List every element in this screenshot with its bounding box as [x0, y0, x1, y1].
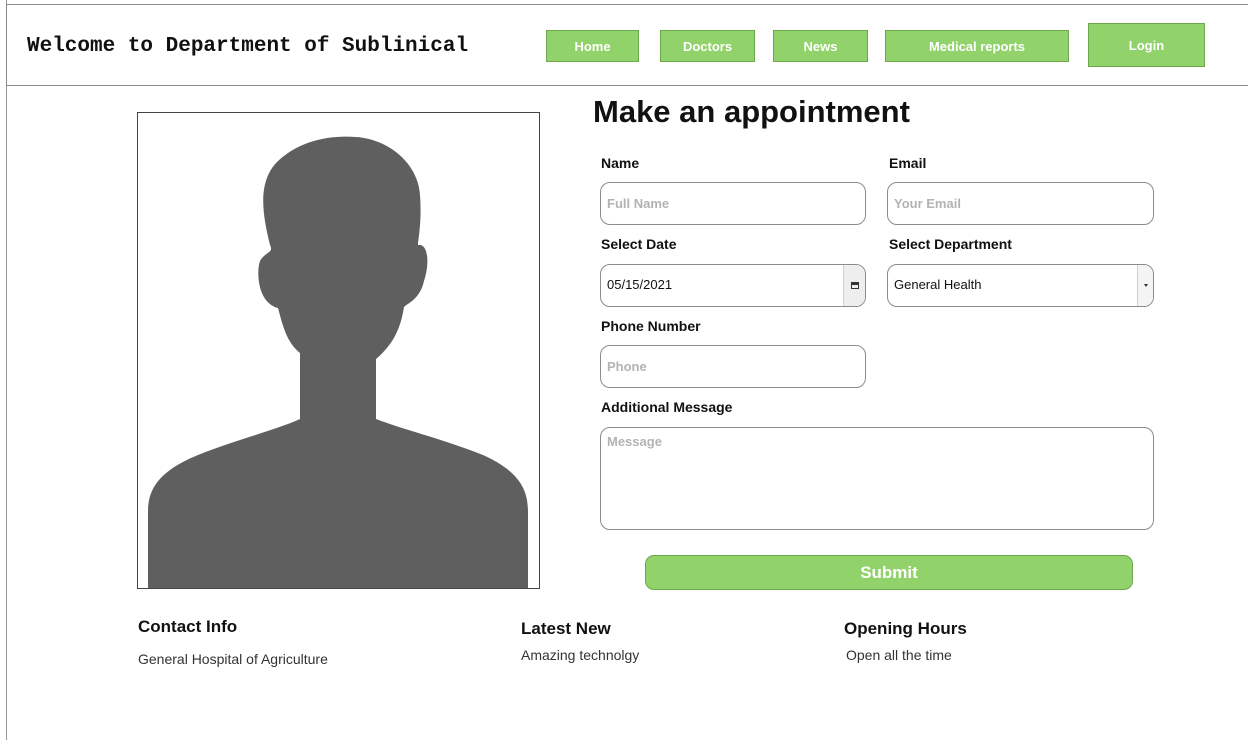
- department-select[interactable]: General Health: [887, 264, 1154, 307]
- message-label: Additional Message: [601, 399, 733, 415]
- message-textarea[interactable]: [600, 427, 1154, 530]
- email-input[interactable]: [887, 182, 1154, 225]
- contact-info-heading: Contact Info: [138, 617, 238, 636]
- site-header: Welcome to Department of Sublinical Home…: [6, 4, 1248, 86]
- person-silhouette-icon: [148, 136, 528, 588]
- email-label: Email: [889, 155, 927, 171]
- phone-input[interactable]: [600, 345, 866, 388]
- department-value: General Health: [894, 277, 982, 292]
- department-label: Select Department: [889, 236, 1012, 252]
- nav-news-button[interactable]: News: [773, 30, 868, 62]
- opening-hours-heading: Opening Hours: [844, 619, 967, 638]
- contact-info-text: General Hospital of Agriculture: [138, 651, 328, 667]
- date-picker[interactable]: 05/15/2021: [600, 264, 866, 307]
- phone-label: Phone Number: [601, 318, 701, 334]
- nav-home-button[interactable]: Home: [546, 30, 639, 62]
- opening-hours-text: Open all the time: [846, 647, 952, 663]
- name-input[interactable]: [600, 182, 866, 225]
- latest-news-text: Amazing technolgy: [521, 647, 640, 663]
- chevron-down-icon[interactable]: [1137, 265, 1153, 306]
- name-label: Name: [601, 155, 640, 171]
- nav-medical-reports-button[interactable]: Medical reports: [885, 30, 1069, 62]
- site-title: Welcome to Department of Sublinical: [27, 35, 469, 58]
- calendar-icon[interactable]: [843, 265, 865, 306]
- doctor-photo: [137, 112, 540, 589]
- form-title: Make an appointment: [593, 94, 910, 129]
- login-button[interactable]: Login: [1088, 23, 1205, 67]
- latest-news-heading: Latest New: [521, 619, 611, 638]
- date-value: 05/15/2021: [607, 277, 673, 292]
- submit-button[interactable]: Submit: [645, 555, 1133, 590]
- nav-doctors-button[interactable]: Doctors: [660, 30, 755, 62]
- date-label: Select Date: [601, 236, 677, 252]
